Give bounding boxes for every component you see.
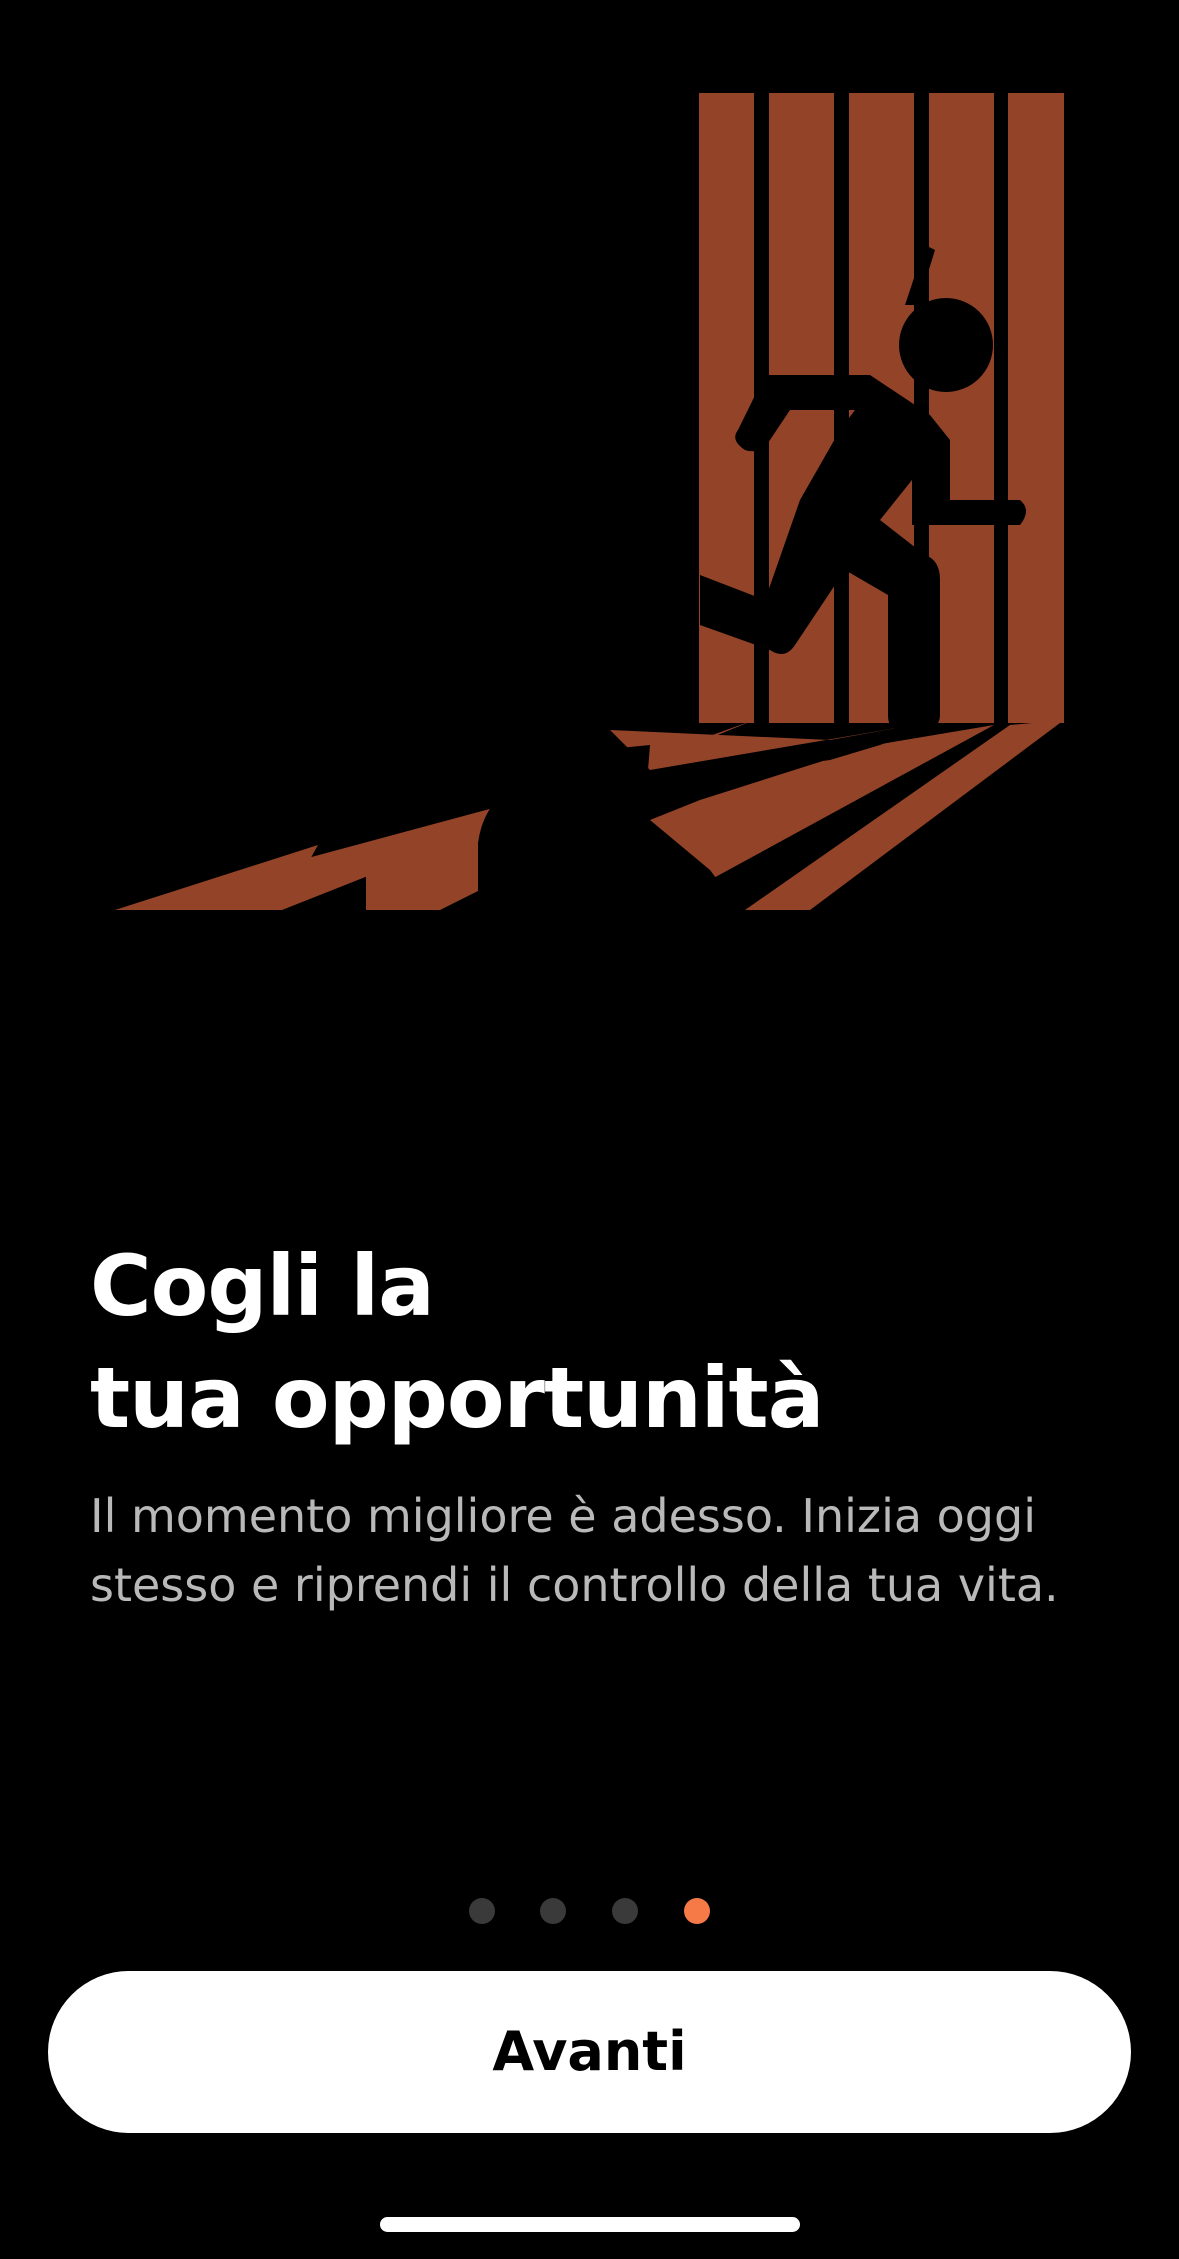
- page-description: Il momento migliore è adesso. Inizia ogg…: [90, 1489, 1059, 1612]
- pagination-dot-3[interactable]: [612, 1898, 638, 1924]
- pagination-dot-4-active[interactable]: [684, 1898, 710, 1924]
- pagination-dot-2[interactable]: [540, 1898, 566, 1924]
- pagination-dot-1[interactable]: [469, 1898, 495, 1924]
- page-title: Cogli la tua opportunità: [90, 1230, 1090, 1454]
- page-title-line-2: tua opportunità: [90, 1349, 824, 1447]
- onboarding-screen: Cogli la tua opportunità Il momento migl…: [0, 0, 1179, 2259]
- page-title-line-1: Cogli la: [90, 1237, 435, 1335]
- home-indicator[interactable]: [380, 2217, 800, 2232]
- pagination-dots: [0, 1898, 1179, 1924]
- next-button[interactable]: Avanti: [48, 1971, 1131, 2133]
- running-exit-figure-icon: [0, 0, 1179, 940]
